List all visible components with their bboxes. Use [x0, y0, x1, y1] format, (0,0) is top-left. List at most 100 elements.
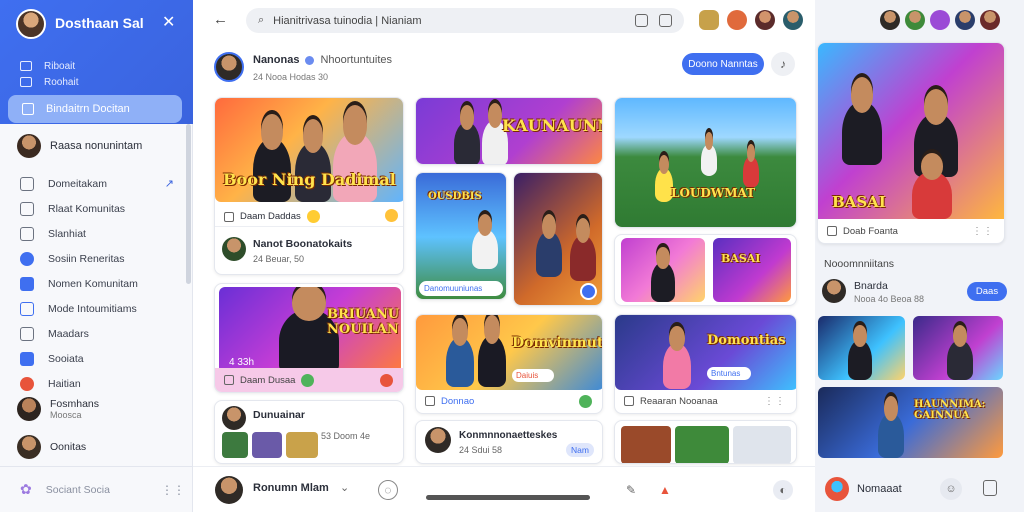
suggested-user[interactable]: Bnarda Nooa 4o Beoa 88 Daas [822, 278, 1012, 308]
post-author[interactable]: Nanonas [253, 54, 299, 66]
card-badge[interactable]: Daiuis [512, 369, 554, 382]
bell-icon[interactable]: ♪ [771, 52, 795, 76]
sidebar-item[interactable]: Rlaat Komunitas [20, 196, 178, 221]
sidebar-top-item[interactable]: Riboait [20, 59, 75, 73]
card-thumbnail[interactable] [818, 316, 905, 380]
card-thumbnail[interactable]: HAUNNIMA: GAINNUA [818, 387, 1003, 458]
globe-icon[interactable] [825, 477, 849, 501]
bottom-label[interactable]: Nomaaat [857, 483, 902, 495]
card-thumbnail[interactable]: Domvinmutias Daiuis [416, 315, 602, 390]
media-card[interactable]: Domontias Bntunas Reaaran Nooanaa ⋮⋮ [614, 314, 797, 414]
more-icon[interactable]: ⋮⋮ [764, 396, 786, 407]
filter-icon[interactable] [635, 14, 648, 27]
sidebar-profile[interactable]: Raasa nonunintam [17, 134, 142, 158]
sidebar-item[interactable]: Nomen Komunitam [20, 271, 178, 296]
media-card[interactable]: BASAI [614, 234, 797, 306]
footer-link[interactable]: Sociant Socia [46, 484, 110, 496]
card-thumbnail[interactable]: BASAI [818, 43, 1004, 219]
reaction-icon[interactable] [579, 394, 592, 408]
media-thumbnail[interactable] [733, 426, 791, 463]
close-icon[interactable]: ✕ [162, 12, 175, 32]
avatar[interactable] [425, 427, 451, 453]
emoji-icon[interactable]: ☺ [940, 478, 962, 500]
avatar[interactable] [214, 52, 244, 82]
media-card[interactable]: BRIUANU NOUILAN 4 33h Daam Dusaa [214, 283, 404, 393]
sidebar-item[interactable]: Sosiin Reneritas [20, 246, 178, 271]
sidebar-top-item[interactable]: Roohait [20, 75, 78, 89]
avatar[interactable] [955, 10, 975, 30]
compass-icon[interactable]: ◌ [378, 480, 398, 500]
user-name[interactable]: Konmnnonaetteskes [459, 430, 557, 441]
media-card[interactable]: Domvinmutias Daiuis Donnao [415, 314, 603, 414]
avatar[interactable] [222, 406, 246, 430]
avatar[interactable] [783, 10, 803, 30]
card-thumbnail[interactable]: Domontias Bntunas [615, 315, 796, 390]
card-thumbnail[interactable]: OUSDBIS Danomuuniunas [416, 173, 506, 299]
sidebar-item[interactable]: Domeitakam ↗ [20, 171, 178, 196]
media-thumbnail[interactable] [222, 432, 248, 458]
more-icon[interactable]: ⋮⋮ [972, 226, 994, 237]
search-input[interactable] [273, 14, 634, 27]
play-icon[interactable] [580, 283, 597, 300]
card-thumbnail[interactable]: BASAI [713, 238, 791, 302]
avatar[interactable] [755, 10, 775, 30]
current-user-name[interactable]: Ronumn Mlam [253, 482, 329, 494]
media-card[interactable]: Konmnnonaetteskes 24 Sdui 58 Nam [415, 420, 603, 464]
avatar[interactable] [822, 279, 846, 303]
card-thumbnail[interactable]: BRIUANU NOUILAN 4 33h [219, 287, 401, 373]
card-thumbnail[interactable] [621, 238, 705, 302]
media-thumbnail[interactable] [675, 426, 729, 463]
user-name[interactable]: Bnarda [854, 280, 888, 292]
rocket-icon[interactable]: ▲ [655, 480, 675, 500]
card-thumbnail[interactable]: KAUNAUNN [416, 98, 602, 164]
grid-icon[interactable]: ⋮⋮ [161, 483, 185, 497]
media-card[interactable]: OUSDBIS Danomuuniunas [415, 172, 507, 300]
sidebar-item[interactable]: Slanhiat [20, 221, 178, 246]
media-card[interactable]: Boor Ning Dadimal Daam Daddas Nanot Boon… [214, 97, 404, 275]
sidebar-item[interactable]: Haitian [20, 371, 178, 396]
action-chip[interactable]: Nam [566, 443, 594, 457]
comment-icon[interactable] [224, 211, 234, 222]
search-bar[interactable]: ⌕ [246, 8, 684, 33]
media-thumbnail[interactable] [252, 432, 282, 458]
sidebar-user[interactable]: Fosmhans Moosca [17, 397, 99, 421]
comment-icon[interactable] [827, 226, 837, 236]
user-name[interactable]: Nanot Boonatokaits [253, 238, 352, 250]
chevron-down-icon[interactable]: ⌄ [340, 481, 349, 494]
comment-icon[interactable] [624, 396, 634, 406]
media-card[interactable]: KAUNAUNN [415, 97, 603, 165]
edit-icon[interactable]: ✎ [621, 480, 641, 500]
card-badge[interactable]: Danomuuniunas [419, 281, 503, 296]
card-thumbnail[interactable]: LOUDWMAT [615, 98, 796, 227]
avatar[interactable] [930, 10, 950, 30]
media-card[interactable]: Dunuainar 53 Doom 4e [214, 400, 404, 464]
back-icon[interactable]: ← [213, 11, 228, 28]
media-card[interactable]: BASAI Doab Foanta ⋮⋮ [817, 42, 1005, 244]
card-thumbnail[interactable]: Boor Ning Dadimal [215, 98, 403, 202]
card-badge[interactable]: Bntunas [707, 367, 751, 380]
join-button[interactable]: Doono Nanntas [682, 53, 764, 75]
avatar[interactable] [905, 10, 925, 30]
sidebar-item-active[interactable]: Bindaitrn Docitan [8, 95, 182, 123]
follow-button[interactable]: Daas [967, 282, 1007, 301]
reaction-icon[interactable] [380, 373, 393, 387]
scrollbar[interactable] [186, 124, 191, 284]
media-strip[interactable] [614, 420, 797, 464]
expand-icon[interactable] [659, 14, 672, 27]
avatar[interactable] [222, 237, 246, 261]
avatar[interactable] [880, 10, 900, 30]
user-name[interactable]: Dunuainar [253, 409, 305, 421]
card-thumbnail[interactable] [913, 316, 1003, 380]
avatar[interactable] [16, 9, 46, 39]
media-card[interactable] [513, 172, 603, 306]
sidebar-item[interactable]: Sooiata [20, 346, 178, 371]
comment-icon[interactable] [224, 375, 234, 385]
alert-icon[interactable] [727, 10, 747, 30]
comment-icon[interactable] [425, 396, 435, 406]
avatar[interactable] [215, 476, 243, 504]
media-card[interactable]: LOUDWMAT [614, 97, 797, 228]
reaction-icon[interactable] [385, 209, 398, 222]
sidebar-item[interactable]: Mode Intoumitiams [20, 296, 178, 321]
avatar[interactable] [980, 10, 1000, 30]
card-thumbnail[interactable] [514, 173, 602, 305]
